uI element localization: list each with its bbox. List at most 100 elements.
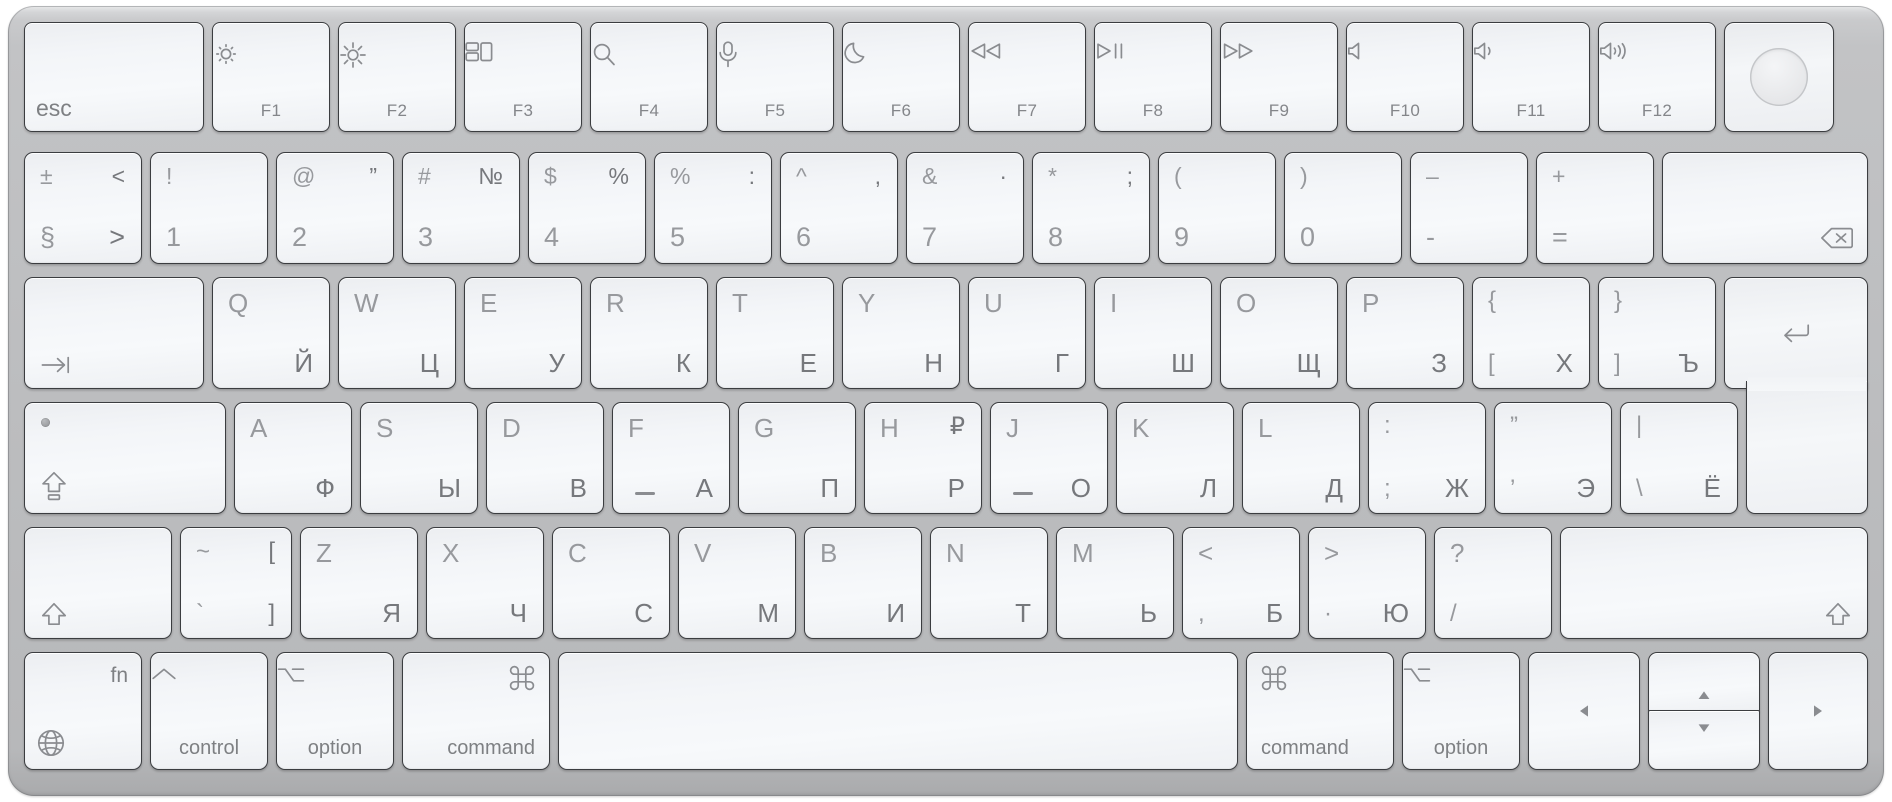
legend-slash-base: / [1450, 600, 1457, 627]
key-return[interactable] [1724, 277, 1868, 514]
key-f4[interactable]: F4 [590, 22, 708, 132]
key-control-left[interactable]: control [150, 652, 268, 770]
key-f2[interactable]: F2 [338, 22, 456, 132]
key-o[interactable]: OЩ [1220, 277, 1338, 389]
key-h[interactable]: H Р ₽ [864, 402, 982, 514]
key-f1[interactable]: F1 [212, 22, 330, 132]
key-j[interactable]: JО [990, 402, 1108, 514]
key-delete[interactable] [1662, 152, 1868, 264]
key-f[interactable]: FА [612, 402, 730, 514]
key-tab[interactable] [24, 277, 204, 389]
key-bracketleft[interactable]: {[Х [1472, 277, 1590, 389]
key-y[interactable]: YН [842, 277, 960, 389]
key-n[interactable]: NТ [930, 527, 1048, 639]
legend-m-cyrillic: Ь [1139, 598, 1157, 628]
key-u[interactable]: UГ [968, 277, 1086, 389]
legend-equal-base: = [1552, 222, 1568, 252]
key-e[interactable]: EУ [464, 277, 582, 389]
key-s[interactable]: SЫ [360, 402, 478, 514]
key-f7[interactable]: F7 [968, 22, 1086, 132]
key-esc[interactable]: esc [24, 22, 204, 132]
key-1[interactable]: ! 1 [150, 152, 268, 264]
key-f9[interactable]: F9 [1220, 22, 1338, 132]
key-m[interactable]: MЬ [1056, 527, 1174, 639]
key-comma[interactable]: <, Б [1182, 527, 1300, 639]
legend-y-latin: Y [858, 288, 876, 318]
key-bracketright[interactable]: }] Ъ [1598, 277, 1716, 389]
fn-label-f8: F8 [1142, 101, 1164, 120]
key-q[interactable]: QЙ [212, 277, 330, 389]
key-6[interactable]: ^, 6 [780, 152, 898, 264]
key-option-right[interactable]: option [1402, 652, 1520, 770]
key-2[interactable]: @ ” 2 [276, 152, 394, 264]
key-command-right[interactable]: command [1246, 652, 1394, 770]
legend-backslash-base: \ [1636, 475, 1643, 502]
key-9[interactable]: (9 [1158, 152, 1276, 264]
key-a[interactable]: AФ [234, 402, 352, 514]
play-pause-icon [1095, 41, 1211, 61]
key-8[interactable]: *; 8 [1032, 152, 1150, 264]
fast-forward-icon [1221, 41, 1337, 61]
key-b[interactable]: BИ [804, 527, 922, 639]
key-f11[interactable]: F11 [1472, 22, 1590, 132]
key-d[interactable]: DВ [486, 402, 604, 514]
legend-v-latin: V [694, 538, 712, 568]
key-r[interactable]: RК [590, 277, 708, 389]
key-z[interactable]: ZЯ [300, 527, 418, 639]
key-fn[interactable]: fn [24, 652, 142, 770]
key-0[interactable]: ) 0 [1284, 152, 1402, 264]
key-equal[interactable]: + = [1536, 152, 1654, 264]
key-k[interactable]: KЛ [1116, 402, 1234, 514]
key-3[interactable]: # № 3 [402, 152, 520, 264]
key-4[interactable]: $% 4 [528, 152, 646, 264]
legend-1-shift: ! [166, 163, 173, 189]
legend-e-cyrillic: У [548, 348, 565, 378]
legend-j-cyrillic: О [1070, 473, 1091, 503]
key-f12[interactable]: F12 [1598, 22, 1716, 132]
legend-z-cyrillic: Я [382, 598, 401, 628]
key-space[interactable] [558, 652, 1238, 770]
key-i[interactable]: IШ [1094, 277, 1212, 389]
key-arrow-down[interactable] [1648, 710, 1760, 770]
key-v[interactable]: VМ [678, 527, 796, 639]
key-shift-right[interactable] [1560, 527, 1868, 639]
legend-n-latin: N [946, 538, 965, 568]
key-arrow-left[interactable] [1528, 652, 1640, 770]
key-f10[interactable]: F10 [1346, 22, 1464, 132]
key-f8[interactable]: F8 [1094, 22, 1212, 132]
key-touch-id[interactable] [1724, 22, 1834, 132]
key-w[interactable]: WЦ [338, 277, 456, 389]
legend-section-base-alt: > [109, 222, 125, 252]
key-f3[interactable]: F3 [464, 22, 582, 132]
key-g[interactable]: GП [738, 402, 856, 514]
key-t[interactable]: TЕ [716, 277, 834, 389]
key-x[interactable]: XЧ [426, 527, 544, 639]
key-minus[interactable]: – - [1410, 152, 1528, 264]
legend-quote-cyrillic: Э [1576, 473, 1595, 503]
legend-comma-cyrillic: Б [1265, 598, 1283, 628]
key-5[interactable]: %: 5 [654, 152, 772, 264]
key-option-left[interactable]: option [276, 652, 394, 770]
key-arrow-right[interactable] [1768, 652, 1868, 770]
key-p[interactable]: PЗ [1346, 277, 1464, 389]
key-f6[interactable]: F6 [842, 22, 960, 132]
key-c[interactable]: CС [552, 527, 670, 639]
shift-icon [41, 602, 67, 626]
legend-4-alt: % [608, 163, 629, 189]
key-semicolon[interactable]: :; Ж [1368, 402, 1486, 514]
key-f5[interactable]: F5 [716, 22, 834, 132]
key-grave[interactable]: ~ ` [] [180, 527, 292, 639]
key-arrow-up[interactable] [1648, 652, 1760, 712]
legend-j-latin: J [1006, 413, 1019, 443]
key-quote[interactable]: ” ’ Э [1494, 402, 1612, 514]
key-period[interactable]: > · Ю [1308, 527, 1426, 639]
key-backslash[interactable]: | \ Ё [1620, 402, 1738, 514]
key-command-left[interactable]: command [402, 652, 550, 770]
key-slash[interactable]: ? / [1434, 527, 1552, 639]
key-capslock[interactable] [24, 402, 226, 514]
key-shift-left[interactable] [24, 527, 172, 639]
key-7[interactable]: & · 7 [906, 152, 1024, 264]
key-section[interactable]: ± < § > [24, 152, 142, 264]
key-l[interactable]: LД [1242, 402, 1360, 514]
legend-a-latin: A [250, 413, 268, 443]
